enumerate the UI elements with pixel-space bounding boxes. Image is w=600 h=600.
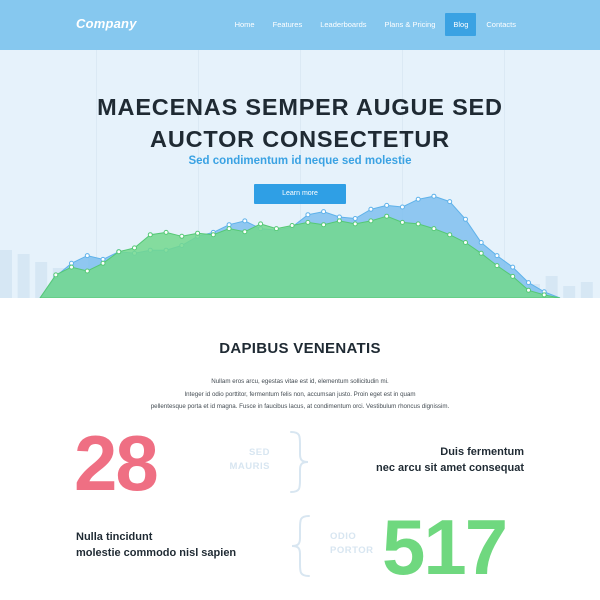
data-point <box>510 273 516 279</box>
section-text-line-1: Nullam eros arcu, egestas vitae est id, … <box>211 378 389 385</box>
data-point <box>368 206 374 212</box>
data-point <box>510 264 516 270</box>
right-brace-icon <box>290 431 309 493</box>
data-point <box>179 233 185 239</box>
data-point <box>399 219 405 225</box>
background-bar <box>0 250 12 298</box>
section-text-line-2: Integer id odio porttitor, fermentum fel… <box>184 390 416 398</box>
data-point <box>163 229 169 235</box>
section-text: Nullam eros arcu, egestas vitae est id, … <box>0 376 600 414</box>
nav-item-home[interactable]: Home <box>227 13 263 36</box>
data-point <box>478 240 484 245</box>
hero-subtitle: Sed condimentum id neque sed molestie <box>188 155 412 167</box>
data-point <box>100 260 106 266</box>
data-point <box>352 221 358 227</box>
hero-section: MAECENAS SEMPER AUGUE SED AUCTOR CONSECT… <box>0 50 600 298</box>
data-point <box>384 202 390 208</box>
section-title: DAPIBUS VENENATIS <box>219 340 381 357</box>
data-point <box>431 193 437 199</box>
stat-desc-line: Nulla tincidunt <box>76 531 153 543</box>
data-point <box>226 222 232 228</box>
data-point <box>526 287 531 293</box>
data-point <box>384 213 390 219</box>
data-point <box>195 230 201 236</box>
green-area-series <box>39 213 561 298</box>
area-series-fill <box>39 215 561 298</box>
navbar: Company Home Features Leaderboards Plans… <box>0 0 600 50</box>
data-point <box>100 256 106 262</box>
data-point <box>526 280 531 286</box>
stat-desc-line: nec arcu sit amet consequat <box>376 462 524 474</box>
stat-desc-line: molestie commodo nisl sapien <box>76 547 237 559</box>
stat-number-28: 28 <box>74 419 159 507</box>
data-point <box>210 232 216 238</box>
data-point <box>415 221 421 227</box>
data-point <box>447 199 453 205</box>
data-point <box>84 253 90 259</box>
data-point <box>431 226 437 232</box>
data-point <box>336 218 342 224</box>
data-point <box>321 222 327 228</box>
data-point <box>69 264 74 270</box>
data-point <box>289 223 295 228</box>
stat-tag-line: PORTOR <box>330 545 374 556</box>
nav-item-contacts[interactable]: Contacts <box>478 13 524 36</box>
data-point <box>447 232 453 238</box>
data-point <box>399 204 405 210</box>
data-point <box>478 250 484 256</box>
data-point <box>463 216 468 222</box>
data-point <box>463 240 468 245</box>
stat-description: Duis fermentum nec arcu sit amet consequ… <box>376 444 524 476</box>
data-point <box>494 253 500 259</box>
data-point <box>368 218 374 224</box>
data-point <box>273 226 279 232</box>
nav-item-plans-pricing[interactable]: Plans & Pricing <box>377 13 444 36</box>
nav-item-blog[interactable]: Blog <box>445 13 477 36</box>
background-bar <box>563 286 576 298</box>
stat-tag-line: ODIO <box>330 531 357 542</box>
stat-tag-odio-portor: ODIO PORTOR <box>330 530 380 558</box>
background-bar <box>17 254 30 298</box>
data-point <box>494 263 500 269</box>
section-text-line-3: pellentesque porta et id magna. Fusce in… <box>150 403 450 410</box>
stat-desc-line: Duis fermentum <box>440 446 524 458</box>
data-point <box>305 212 311 218</box>
stat-tag-sed-mauris: SED MAURIS <box>226 446 270 474</box>
data-point <box>258 221 264 227</box>
hero-area-chart <box>0 193 593 298</box>
hero-title-line-2: AUCTOR CONSECTETUR <box>150 126 450 152</box>
data-point <box>53 272 59 278</box>
data-point <box>352 216 358 221</box>
data-point <box>116 249 122 255</box>
data-point <box>84 268 90 274</box>
data-point <box>132 245 137 251</box>
data-point <box>242 218 248 224</box>
data-point <box>242 229 248 235</box>
data-point <box>305 219 311 225</box>
stat-tag-line: SED <box>248 447 270 458</box>
stat-number-517: 517 <box>382 503 508 591</box>
data-point <box>321 209 327 215</box>
stat-description: Nulla tincidunt molestie commodo nisl sa… <box>76 529 236 561</box>
data-point <box>147 232 153 238</box>
data-point <box>336 214 342 220</box>
hero-title-line-1: MAECENAS SEMPER AUGUE SED <box>97 94 503 120</box>
left-brace-icon <box>291 515 310 577</box>
stat-tag-line: MAURIS <box>229 461 270 472</box>
data-point <box>541 292 547 298</box>
background-bar <box>580 282 593 298</box>
page: Company Home Features Leaderboards Plans… <box>0 0 600 600</box>
logo[interactable]: Company <box>76 16 137 31</box>
nav-item-leaderboards[interactable]: Leaderboards <box>312 13 374 36</box>
data-point <box>226 226 232 232</box>
main-nav: Home Features Leaderboards Plans & Prici… <box>227 13 524 36</box>
data-point <box>415 196 421 202</box>
hero-title: MAECENAS SEMPER AUGUE SED AUCTOR CONSECT… <box>0 91 600 155</box>
nav-item-features[interactable]: Features <box>265 13 311 36</box>
